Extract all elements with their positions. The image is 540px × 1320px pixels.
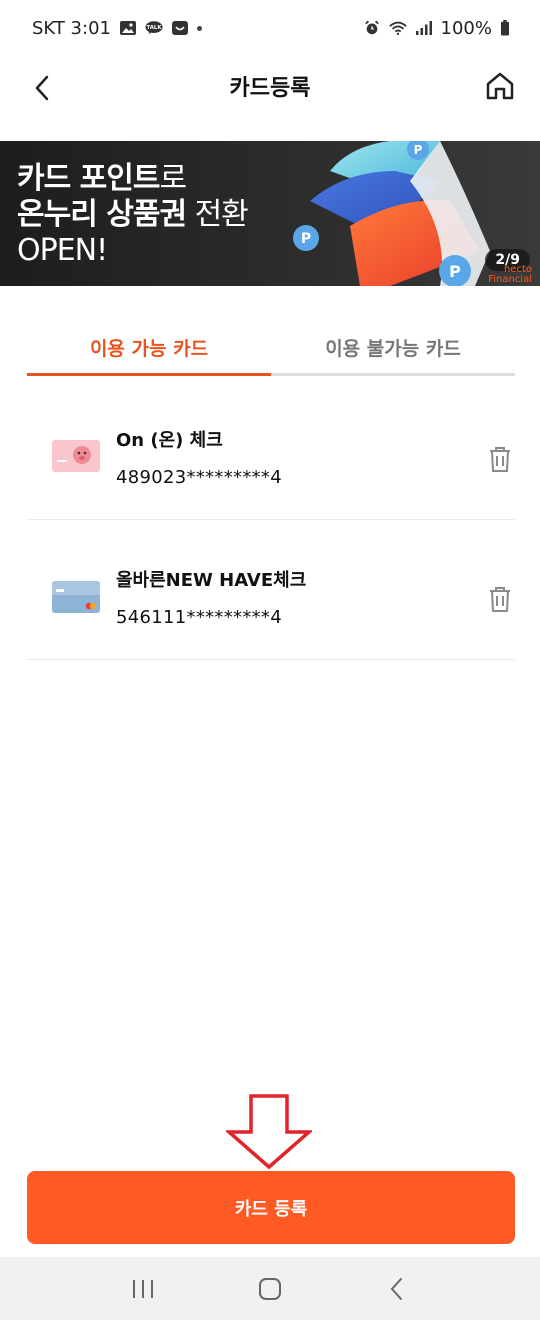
home-nav-button[interactable] xyxy=(250,1269,290,1309)
home-button[interactable] xyxy=(480,66,520,106)
recent-apps-icon xyxy=(133,1279,154,1298)
more-notifications-dot xyxy=(196,25,202,31)
banner-line1-rest: 로 xyxy=(159,161,187,196)
recent-apps-button[interactable] xyxy=(123,1269,163,1309)
back-nav-button[interactable] xyxy=(377,1269,417,1309)
svg-text:P: P xyxy=(449,262,461,281)
status-bar: SKT 3:01 TALK 100% xyxy=(0,0,540,56)
banner-line3: OPEN! xyxy=(17,233,108,268)
talk-notification-icon: TALK xyxy=(145,21,163,35)
gallery-notification-icon xyxy=(119,21,136,35)
banner-line2-bold: 온누리 상품권 xyxy=(17,197,187,232)
card-number: 546111*********4 xyxy=(116,607,282,628)
status-carrier-time: SKT 3:01 xyxy=(32,17,111,39)
chevron-left-icon xyxy=(35,75,49,101)
svg-text:P: P xyxy=(414,143,423,157)
battery-percent: 100% xyxy=(440,17,492,39)
register-card-button[interactable]: 카드 등록 xyxy=(27,1171,515,1244)
tab-available-cards[interactable]: 이용 가능 카드 xyxy=(27,326,271,376)
alarm-icon xyxy=(364,20,379,35)
card-image-have-check xyxy=(52,581,100,613)
banner-headline: 카드 포인트로 온누리 상품권 전환 OPEN! xyxy=(17,161,249,269)
card-number: 489023*********4 xyxy=(116,467,282,488)
card-list: On (온) 체크 489023*********4 올바른NEW HAVE체크… xyxy=(27,380,515,660)
home-icon xyxy=(486,72,514,100)
svg-text:TALK: TALK xyxy=(146,25,162,31)
app-notification-icon xyxy=(171,21,188,35)
tab-unavailable-cards[interactable]: 이용 불가능 카드 xyxy=(271,326,515,373)
back-chevron-icon xyxy=(390,1277,402,1300)
annotation-down-arrow-icon xyxy=(226,1094,312,1170)
banner-line1-bold: 카드 포인트 xyxy=(17,161,160,196)
card-name: 올바른NEW HAVE체크 xyxy=(116,570,307,591)
page-title: 카드등록 xyxy=(229,76,311,101)
brand-logo: hecto Financial xyxy=(488,264,532,285)
banner-line2-rest: 전환 xyxy=(186,197,249,232)
app-header: 카드등록 xyxy=(0,56,540,116)
card-item[interactable]: On (온) 체크 489023*********4 xyxy=(27,380,515,520)
signal-icon xyxy=(415,21,432,35)
system-nav-bar xyxy=(0,1257,540,1320)
card-name: On (온) 체크 xyxy=(116,430,223,451)
promo-banner[interactable]: 카드 포인트로 온누리 상품권 전환 OPEN! P P P 2/9 hecto… xyxy=(0,141,540,286)
trash-icon[interactable] xyxy=(487,445,513,473)
back-button[interactable] xyxy=(22,68,62,108)
home-circle-icon xyxy=(258,1277,281,1300)
svg-text:P: P xyxy=(301,231,311,247)
battery-icon xyxy=(501,20,509,36)
wifi-icon xyxy=(388,21,407,36)
trash-icon[interactable] xyxy=(487,585,513,613)
card-image-on-check xyxy=(52,440,100,472)
card-tabs: 이용 가능 카드 이용 불가능 카드 xyxy=(27,326,515,376)
card-item[interactable]: 올바른NEW HAVE체크 546111*********4 xyxy=(27,520,515,660)
